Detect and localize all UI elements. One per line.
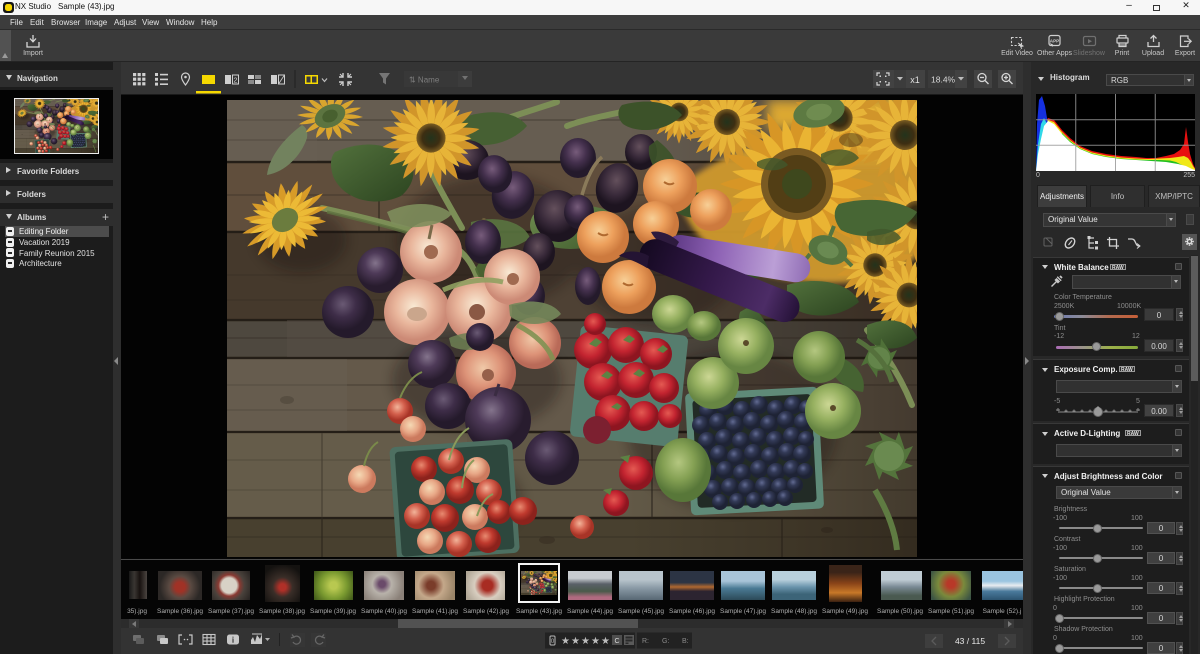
svg-text:★: ★ [561, 636, 570, 647]
svg-text:R:: R: [642, 638, 649, 645]
svg-text:2: 2 [234, 77, 238, 84]
svg-text:43 / 115: 43 / 115 [955, 636, 985, 646]
svg-text:18.4%: 18.4% [931, 75, 956, 85]
svg-text:C: C [614, 638, 619, 645]
svg-text:x1: x1 [910, 75, 920, 85]
svg-text:★: ★ [571, 636, 580, 647]
svg-text:★: ★ [591, 636, 600, 647]
svg-text:★: ★ [581, 636, 590, 647]
svg-text:⇅ Name: ⇅ Name [409, 76, 440, 85]
svg-text:★: ★ [601, 636, 610, 647]
svg-text:G:: G: [662, 638, 669, 645]
svg-text:APP: APP [1049, 39, 1058, 44]
svg-text:B:: B: [682, 638, 689, 645]
